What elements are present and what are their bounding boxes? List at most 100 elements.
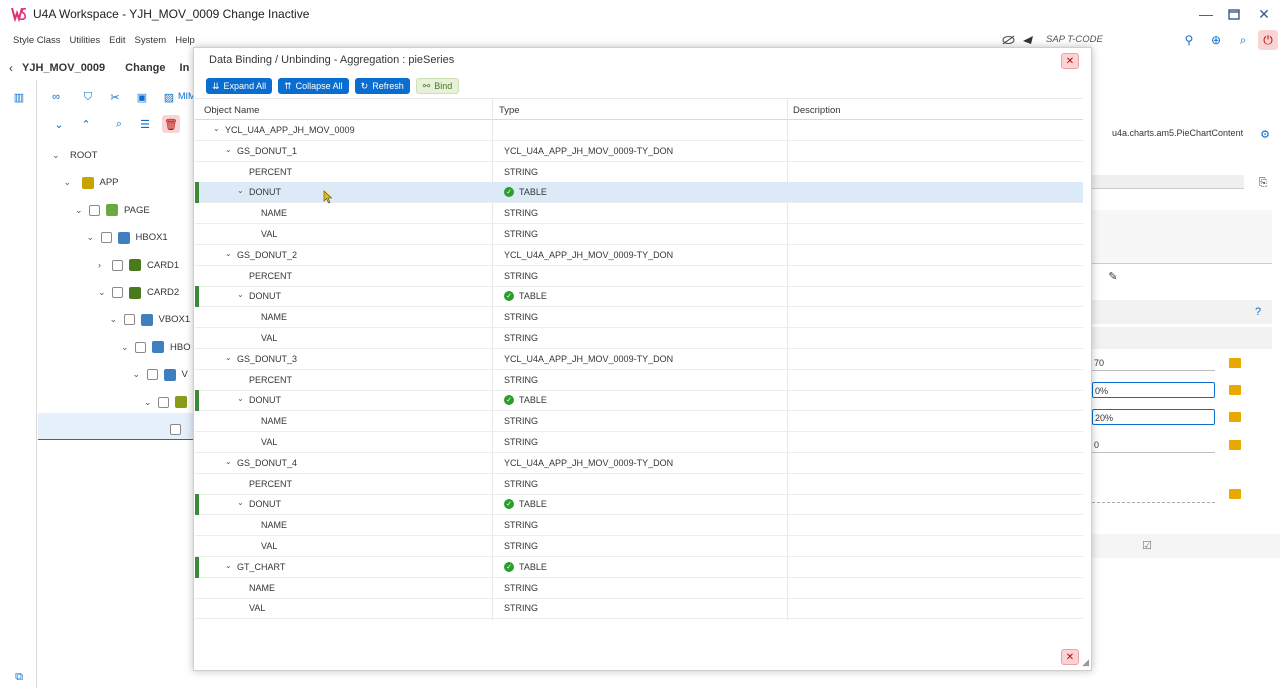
class-link-icon[interactable]: ⚙ xyxy=(1256,125,1274,143)
property-input-1[interactable]: 70 xyxy=(1092,355,1215,371)
col-description[interactable]: Description xyxy=(793,105,841,116)
property-input-2[interactable]: 0% xyxy=(1092,382,1215,398)
table-row[interactable]: PERCENT STRING xyxy=(195,162,1083,183)
table-row[interactable]: ⌄ GS_DONUT_4 YCL_U4A_APP_JH_MOV_0009-TY_DO… xyxy=(195,453,1083,474)
eye-off-icon[interactable] xyxy=(1000,32,1016,48)
property-input-3[interactable]: 20% xyxy=(1092,409,1215,425)
chevron-down-icon[interactable]: ⌄ xyxy=(237,498,244,507)
tree-node[interactable]: ⌄ CARD2 xyxy=(38,279,198,306)
table-row[interactable]: PERCENT STRING xyxy=(195,370,1083,391)
property-input-5[interactable] xyxy=(1092,502,1215,503)
chevron-down-icon[interactable]: ⌄ xyxy=(225,457,232,466)
expand-all-button[interactable]: ⇊ Expand All xyxy=(206,78,273,94)
image-icon[interactable]: ▨ xyxy=(160,88,178,106)
zoom-in-icon[interactable]: ⊕ xyxy=(1208,32,1224,48)
menu-edit[interactable]: Edit xyxy=(109,35,125,46)
chevron-down-icon[interactable]: ⌄ xyxy=(225,249,232,258)
tree-list-icon[interactable]: ☰ xyxy=(136,115,154,133)
expand-tree-icon[interactable]: ⌄ xyxy=(50,115,68,133)
table-row[interactable]: ⌄ GT_CHART ✓ TABLE xyxy=(195,556,1083,578)
tree-checkbox[interactable] xyxy=(89,204,100,216)
table-row[interactable]: ⌄ GS_DONUT_1 YCL_U4A_APP_JH_MOV_0009-TY_DO… xyxy=(195,141,1083,162)
chevron-down-icon[interactable]: ⌄ xyxy=(87,232,97,243)
table-row[interactable]: NAME STRING xyxy=(195,307,1083,329)
folder-icon[interactable] xyxy=(1229,385,1241,395)
table-row[interactable]: NAME STRING xyxy=(195,203,1083,225)
chevron-down-icon[interactable]: ⌄ xyxy=(121,342,131,353)
tree-node[interactable]: ⌄ PAGE xyxy=(38,197,198,224)
chevron-down-icon[interactable]: ⌄ xyxy=(225,353,232,362)
tree-node[interactable]: ⌄ HBO xyxy=(38,334,198,361)
chevron-down-icon[interactable]: ⌄ xyxy=(225,145,232,154)
tcode-label[interactable]: SAP T-CODE xyxy=(1046,34,1103,45)
search-icon[interactable]: ⌕ xyxy=(1235,32,1251,48)
tools-icon[interactable]: ✂ xyxy=(106,88,124,106)
table-row[interactable]: VAL STRING xyxy=(195,598,1083,620)
tree-node[interactable]: ⌄ ROOT xyxy=(38,142,198,169)
chevron-down-icon[interactable]: ⌄ xyxy=(213,124,220,133)
folder-icon[interactable] xyxy=(1229,489,1241,499)
help-icon[interactable]: ? xyxy=(1249,303,1267,321)
col-type[interactable]: Type xyxy=(499,105,520,116)
table-row[interactable]: VAL STRING xyxy=(195,328,1083,349)
table-row[interactable]: ⌄ GS_DONUT_2 YCL_U4A_APP_JH_MOV_0009-TY_DO… xyxy=(195,245,1083,266)
chevron-down-icon[interactable]: ⌄ xyxy=(237,290,244,299)
table-row[interactable]: VAL STRING xyxy=(195,432,1083,453)
tree-node[interactable]: ⌄ APP xyxy=(38,169,198,196)
tree-node[interactable]: ⌄ V xyxy=(38,361,198,388)
delete-icon[interactable]: 🗑 xyxy=(162,115,180,133)
property-textarea[interactable] xyxy=(1092,210,1272,264)
shield-icon[interactable]: ⛉ xyxy=(79,88,97,106)
resize-handle-icon[interactable]: ◢ xyxy=(1082,657,1089,668)
table-row[interactable]: PERCENT STRING xyxy=(195,266,1083,287)
col-object-name[interactable]: Object Name xyxy=(204,105,259,116)
table-row[interactable]: ⌄ YCL_U4A_APP_JH_MOV_0009 xyxy=(195,120,1083,141)
chevron-down-icon[interactable]: ⌄ xyxy=(133,369,143,380)
table-row[interactable]: VAL STRING xyxy=(195,224,1083,245)
tree-checkbox[interactable] xyxy=(158,396,169,408)
save-icon[interactable]: ▣ xyxy=(133,88,151,106)
table-row[interactable]: NAME STRING xyxy=(195,515,1083,537)
tree-search-icon[interactable]: ⌕ xyxy=(110,115,128,133)
folder-icon[interactable] xyxy=(1229,412,1241,422)
chevron-down-icon[interactable]: ⌄ xyxy=(237,394,244,403)
collapse-all-button[interactable]: ⇈ Collapse All xyxy=(278,78,349,94)
chevron-down-icon[interactable]: ⌄ xyxy=(237,186,244,195)
layout-columns-icon[interactable]: ▥ xyxy=(10,88,28,106)
property-input-4[interactable]: 0 xyxy=(1092,437,1215,453)
close-dialog-bottom-button[interactable]: ✕ xyxy=(1061,649,1079,665)
power-icon[interactable]: ⏻ xyxy=(1258,30,1278,50)
menu-style-class[interactable]: Style Class xyxy=(13,35,61,46)
tree-checkbox[interactable] xyxy=(135,341,146,353)
tree-node[interactable]: ⌄ HBOX1 xyxy=(38,224,198,251)
menu-system[interactable]: System xyxy=(135,35,167,46)
chevron-right-icon[interactable]: › xyxy=(98,260,108,270)
chevron-down-icon[interactable]: ⌄ xyxy=(52,150,62,161)
panel-toggle-icon[interactable]: ⧉ xyxy=(10,668,28,686)
menu-utilities[interactable]: Utilities xyxy=(70,35,101,46)
close-window-icon[interactable]: ✕ xyxy=(1254,4,1274,24)
glasses-icon[interactable]: ∞ xyxy=(47,88,65,106)
table-row[interactable]: NAME STRING xyxy=(195,578,1083,599)
tree-checkbox[interactable] xyxy=(100,232,112,244)
close-dialog-button[interactable]: ✕ xyxy=(1061,53,1079,69)
table-row[interactable]: ⌄ GS_DONUT_3 YCL_U4A_APP_JH_MOV_0009-TY_DO… xyxy=(195,349,1083,370)
chevron-down-icon[interactable]: ⌄ xyxy=(98,287,108,298)
refresh-button[interactable]: ↻ Refresh xyxy=(354,78,410,94)
maximize-icon[interactable] xyxy=(1224,4,1244,24)
chevron-down-icon[interactable]: ⌄ xyxy=(110,314,120,325)
collapse-tree-icon[interactable]: ⌃ xyxy=(77,115,95,133)
back-icon[interactable]: ‹ xyxy=(9,61,13,75)
bind-button[interactable]: ⚯ Bind xyxy=(415,78,460,94)
tree-node[interactable]: › CARD1 xyxy=(38,252,198,279)
checkbox-icon[interactable]: ☑ xyxy=(1138,536,1156,554)
tree-checkbox[interactable] xyxy=(112,287,123,298)
tree-node[interactable]: ⌄ xyxy=(38,389,198,416)
pin-icon[interactable]: ⚲ xyxy=(1181,32,1197,48)
copy-icon[interactable]: ⎘ xyxy=(1254,174,1272,192)
table-row[interactable]: ⌄ DONUT ✓ TABLE xyxy=(195,286,1083,308)
tree-node[interactable]: ⌄ VBOX1 xyxy=(38,306,198,333)
chevron-down-icon[interactable]: ⌄ xyxy=(225,561,232,570)
menu-help[interactable]: Help xyxy=(175,35,195,46)
table-row[interactable]: VAL STRING xyxy=(195,536,1083,557)
